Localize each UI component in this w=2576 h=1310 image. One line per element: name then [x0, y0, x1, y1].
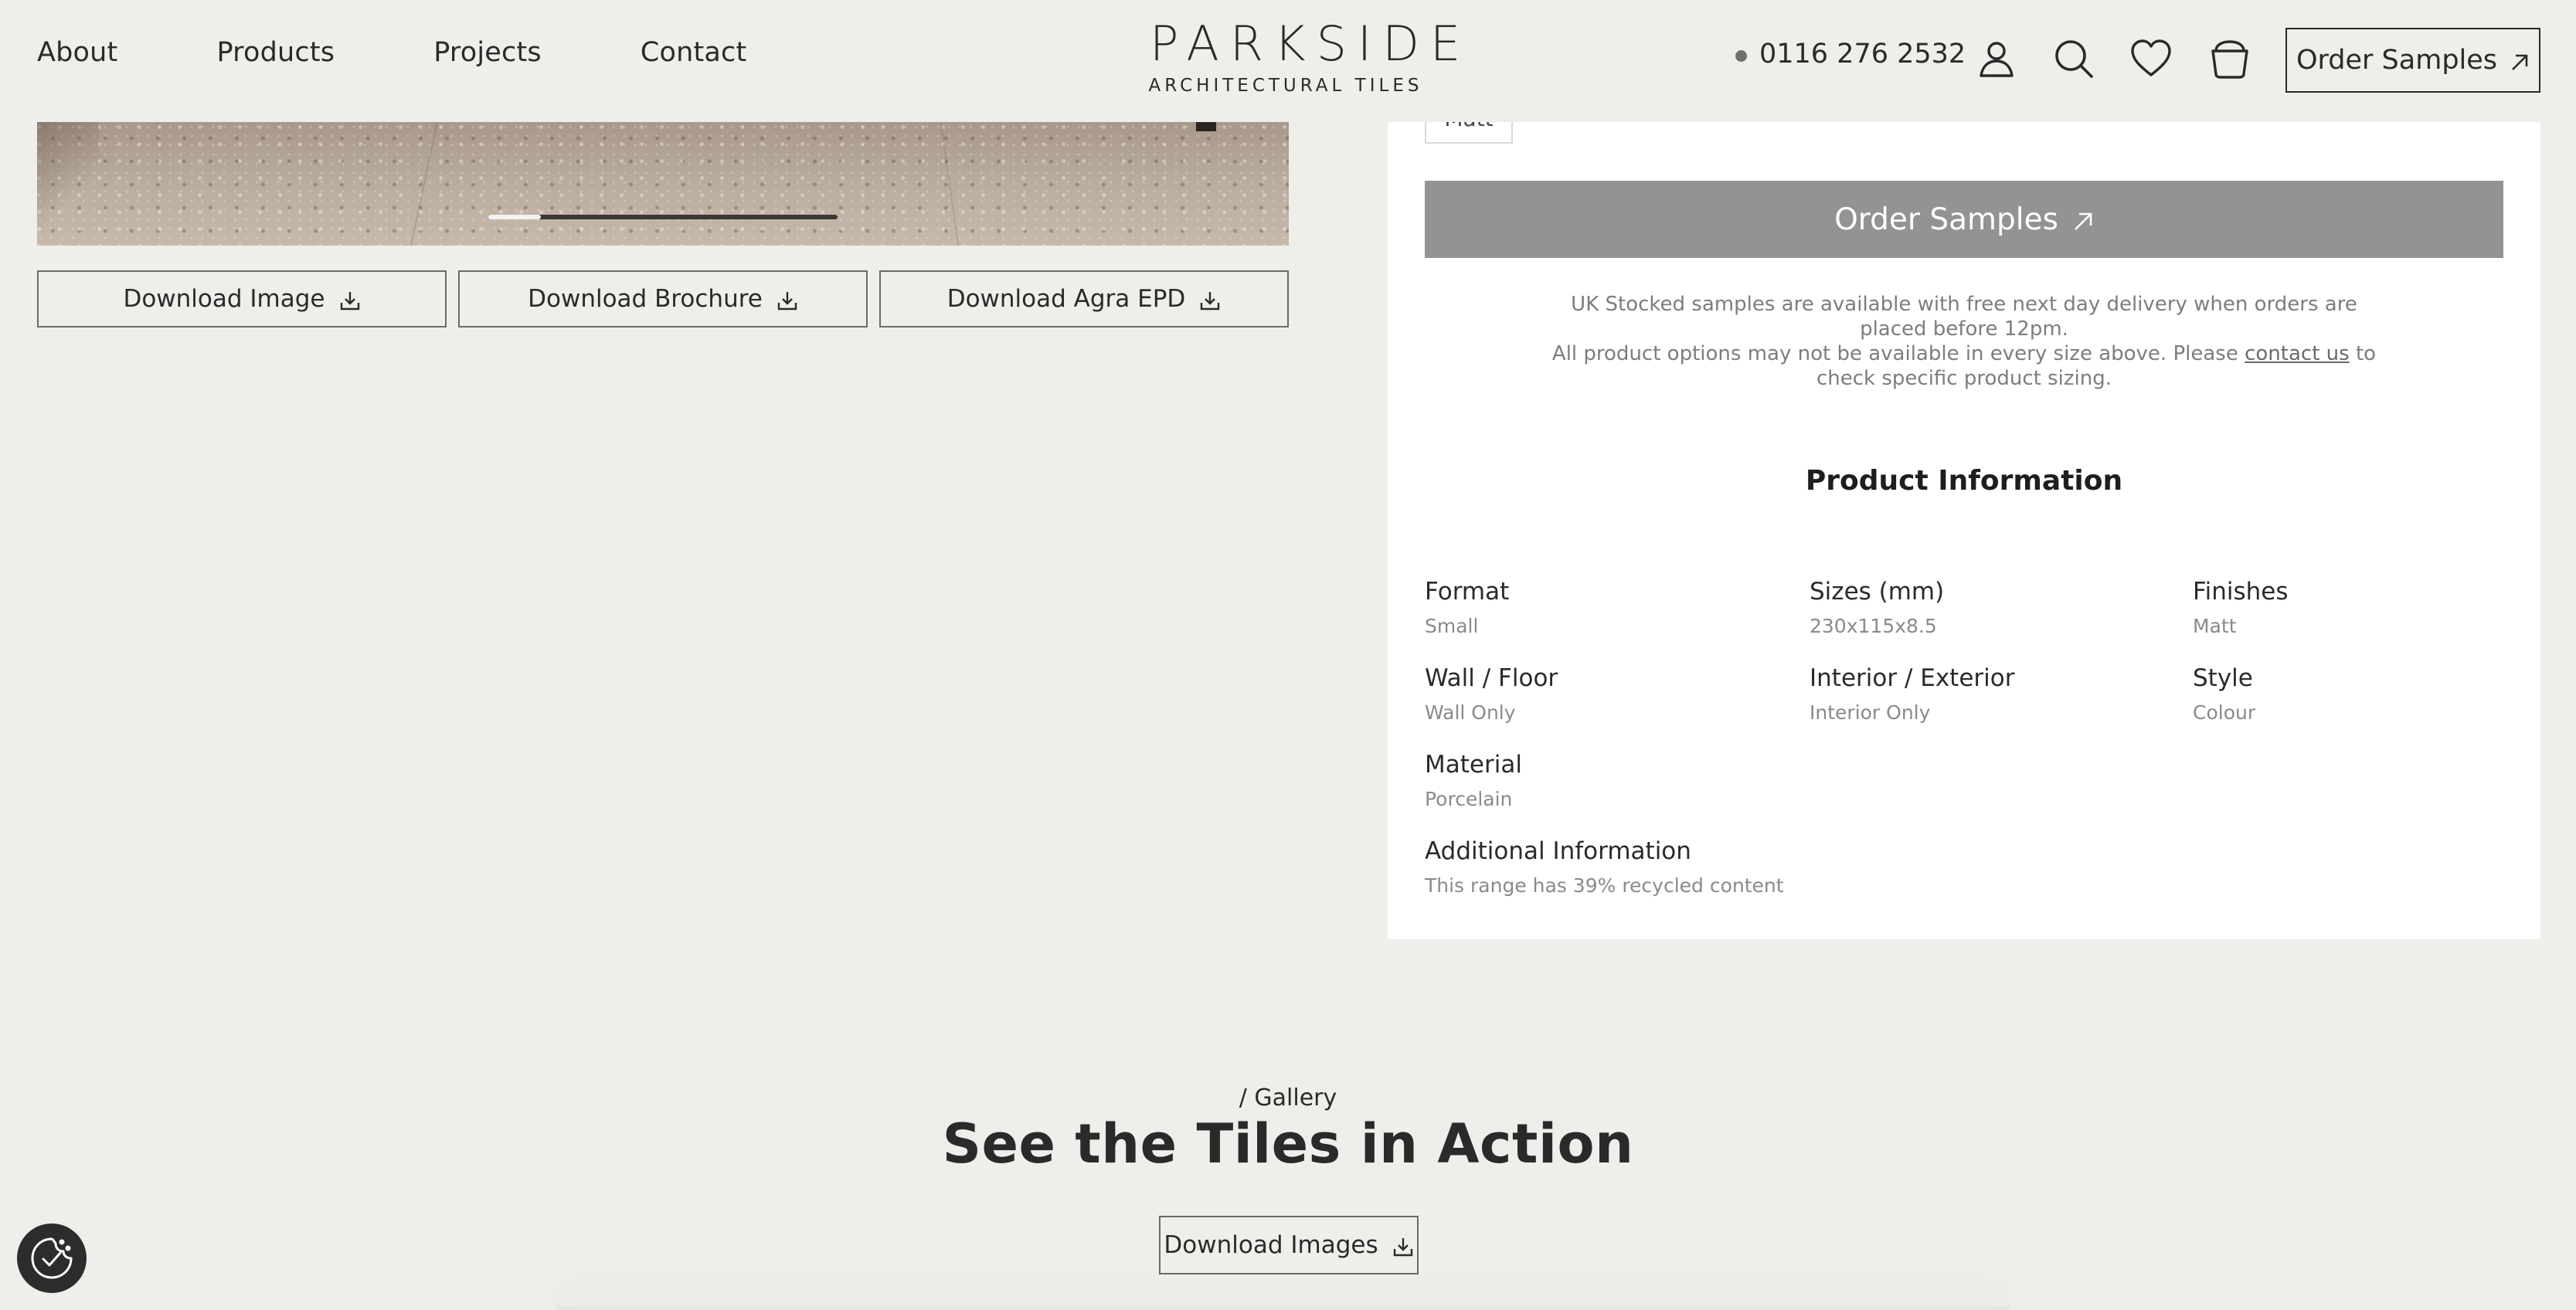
nav-about[interactable]: About	[37, 37, 117, 68]
cookie-check-icon	[31, 1237, 73, 1279]
download-brochure-label: Download Brochure	[528, 285, 763, 313]
finish-option-label: Matt	[1426, 122, 1511, 130]
download-images-button[interactable]: Download Images	[1159, 1216, 1419, 1274]
spec-value: Colour	[2193, 701, 2256, 724]
spec-format: Format Small	[1425, 578, 1509, 637]
site-header: About Products Projects Contact PARKSIDE…	[0, 0, 2576, 122]
download-image-button[interactable]: Download Image	[37, 270, 447, 328]
site-logo[interactable]: PARKSIDE ARCHITECTURAL TILES	[1139, 15, 1472, 97]
spec-value: This range has 39% recycled content	[1425, 874, 1784, 897]
spec-finishes: Finishes Matt	[2193, 578, 2288, 637]
spec-interior-exterior: Interior / Exterior Interior Only	[1810, 664, 2014, 724]
spec-label: Additional Information	[1425, 837, 1691, 865]
carousel-scroll-thumb[interactable]	[488, 215, 541, 219]
download-icon	[1393, 1238, 1412, 1257]
heart-icon[interactable]	[2129, 37, 2173, 80]
product-image-carousel[interactable]	[37, 122, 1289, 246]
spec-value: Small	[1425, 615, 1479, 637]
spec-additional-information: Additional Information This range has 39…	[1425, 837, 1784, 897]
arrow-up-right-icon	[2512, 54, 2528, 70]
spec-sizes: Sizes (mm) 230x115x8.5	[1810, 578, 1944, 637]
download-icon	[777, 292, 797, 311]
spec-value: Interior Only	[1810, 701, 1931, 724]
spec-label: Style	[2193, 664, 2253, 692]
spec-label: Wall / Floor	[1425, 664, 1558, 692]
spec-label: Interior / Exterior	[1810, 664, 2015, 692]
download-epd-button[interactable]: Download Agra EPD	[879, 270, 1289, 328]
order-samples-label: Order Samples	[1834, 202, 2058, 237]
spec-label: Format	[1425, 578, 1510, 606]
spec-value: 230x115x8.5	[1810, 615, 1937, 637]
spec-label: Material	[1425, 751, 1522, 779]
contact-us-link[interactable]: contact us	[2245, 342, 2350, 365]
image-skirting-shadow	[37, 122, 99, 246]
download-icon	[340, 292, 359, 311]
product-information-title: Product Information	[1805, 465, 2123, 497]
order-samples-header-button[interactable]: Order Samples	[2285, 28, 2540, 93]
download-icon	[1201, 292, 1220, 311]
main-nav: About Products Projects Contact	[37, 37, 845, 68]
phone-link[interactable]: 0116 276 2532	[1735, 39, 1966, 70]
arrow-up-right-icon	[2074, 212, 2092, 230]
cookie-settings-button[interactable]	[17, 1223, 87, 1293]
image-floor-fixture	[1196, 122, 1216, 131]
finish-option-chip[interactable]: Matt	[1425, 122, 1513, 144]
sizing-note-line: All product options may not be available…	[1542, 341, 2386, 391]
user-icon[interactable]	[1975, 37, 2018, 80]
basket-icon[interactable]	[2208, 37, 2251, 80]
gallery-kicker: / Gallery	[1239, 1084, 1337, 1111]
logo-tagline: ARCHITECTURAL TILES	[1148, 76, 1423, 96]
phone-status-dot	[1735, 49, 1747, 62]
tile-seam	[940, 122, 960, 246]
spec-wall-floor: Wall / Floor Wall Only	[1425, 664, 1558, 724]
spec-style: Style Colour	[2193, 664, 2255, 724]
spec-material: Material Porcelain	[1425, 751, 1522, 810]
spec-value: Matt	[2193, 615, 2237, 637]
nav-products[interactable]: Products	[216, 37, 335, 68]
nav-contact[interactable]: Contact	[641, 37, 747, 68]
download-images-label: Download Images	[1164, 1231, 1378, 1259]
gallery-card-edge	[556, 1305, 2009, 1310]
product-details-panel: Matt Order Samples UK Stocked samples ar…	[1388, 122, 2540, 939]
delivery-note-line: UK Stocked samples are available with fr…	[1571, 293, 2357, 341]
sizing-note-pre: All product options may not be available…	[1551, 342, 2238, 365]
search-icon[interactable]	[2052, 37, 2095, 80]
sample-delivery-note: UK Stocked samples are available with fr…	[1542, 292, 2386, 391]
carousel-scrollbar[interactable]	[488, 215, 838, 219]
order-samples-header-label: Order Samples	[2296, 45, 2498, 76]
phone-number: 0116 276 2532	[1759, 39, 1966, 70]
download-epd-label: Download Agra EPD	[946, 285, 1186, 313]
spec-label: Finishes	[2193, 578, 2289, 606]
gallery-title: See the Tiles in Action	[942, 1112, 1634, 1176]
tile-seam	[410, 122, 439, 246]
logo-wordmark: PARKSIDE	[1150, 15, 1472, 72]
nav-projects[interactable]: Projects	[433, 37, 542, 68]
spec-value: Wall Only	[1425, 701, 1516, 724]
spec-value: Porcelain	[1425, 788, 1513, 810]
order-samples-button[interactable]: Order Samples	[1425, 181, 2503, 258]
download-brochure-button[interactable]: Download Brochure	[458, 270, 868, 328]
spec-label: Sizes (mm)	[1810, 578, 1945, 606]
download-image-label: Download Image	[123, 285, 325, 313]
